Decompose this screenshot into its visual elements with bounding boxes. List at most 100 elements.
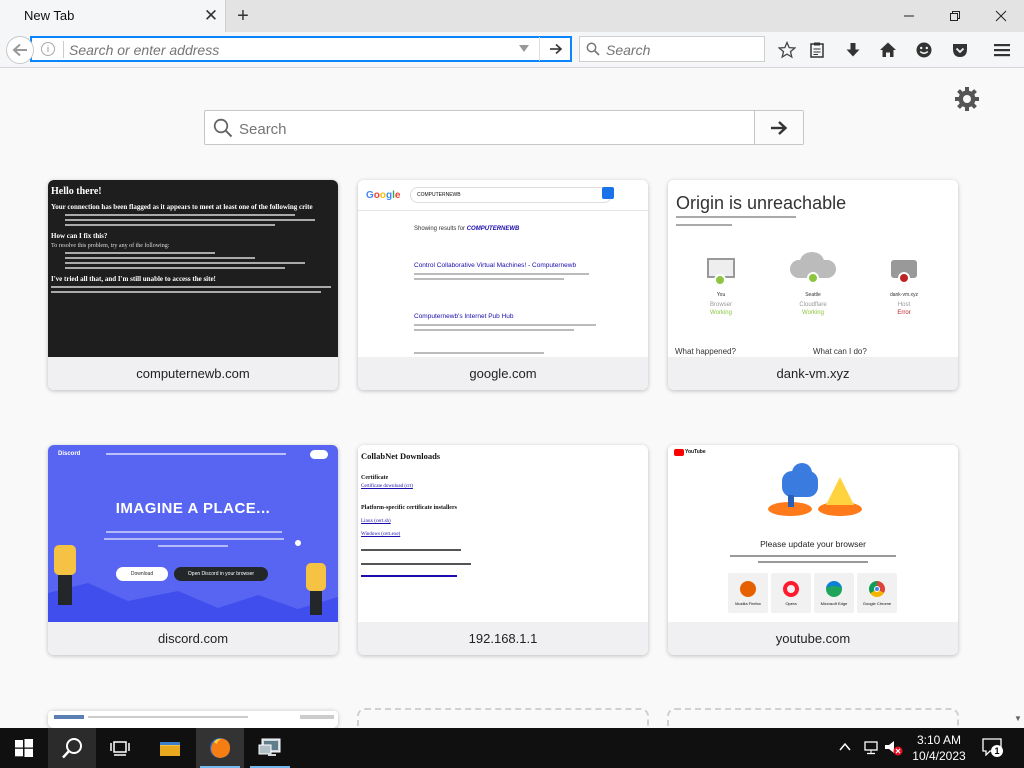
- go-separator: [539, 37, 540, 61]
- clock-date: 10/4/2023: [912, 749, 966, 763]
- windows-logo-icon: [15, 739, 33, 757]
- network-monitor-icon: [258, 738, 281, 756]
- thumb-heading: Hello there!: [51, 186, 102, 197]
- file-explorer-button[interactable]: [146, 728, 194, 768]
- network-icon: [864, 741, 878, 755]
- firefox-icon: [210, 738, 230, 758]
- thumb-fix-heading: How can I fix this?: [51, 232, 108, 240]
- bookmark-star-button[interactable]: [775, 38, 799, 62]
- url-bar[interactable]: i: [30, 36, 572, 62]
- task-view-icon: [110, 741, 130, 756]
- restore-button[interactable]: [932, 0, 978, 32]
- top-site-tile[interactable]: Hello there! Your connection has been fl…: [48, 180, 338, 390]
- cf-node-status: Error: [897, 310, 911, 316]
- volume-button[interactable]: [884, 740, 904, 756]
- search-bar[interactable]: [579, 36, 765, 62]
- tile-label: youtube.com: [668, 622, 958, 655]
- collab-title: CollabNet Downloads: [361, 451, 441, 461]
- clock[interactable]: 3:10 AM 10/4/2023: [906, 732, 972, 764]
- youtube-brand: YouTube: [685, 449, 706, 455]
- tab-new-tab[interactable]: New Tab ✕: [0, 0, 226, 32]
- navigation-toolbar: i: [0, 32, 1024, 68]
- youtube-headline: Please update your browser: [760, 539, 866, 549]
- google-query: COMPUTERNEWB: [410, 187, 612, 203]
- star-icon: [778, 41, 796, 59]
- firefox-taskbar-button[interactable]: [196, 728, 244, 768]
- newtab-search-input[interactable]: [239, 119, 739, 139]
- minimize-icon: [904, 15, 914, 17]
- cf-node-sub: Browser: [709, 302, 732, 308]
- discord-headline: IMAGINE A PLACE...: [115, 500, 271, 517]
- top-site-tile[interactable]: YouTube Please update your browser Mozil…: [668, 445, 958, 655]
- cf-error-title: Origin is unreachable: [676, 193, 847, 213]
- collab-link: Windows (cert.exe): [361, 532, 401, 537]
- action-center-button[interactable]: 1: [982, 738, 1004, 758]
- start-button[interactable]: [0, 728, 48, 768]
- show-hidden-icons-button[interactable]: [838, 740, 852, 754]
- new-tab-button[interactable]: +: [232, 4, 254, 28]
- reading-list-button[interactable]: [805, 38, 829, 62]
- youtube-browser-name: Mozilla Firefox: [735, 601, 761, 606]
- customize-gear-button[interactable]: [952, 84, 982, 114]
- top-site-tile-partial[interactable]: [48, 710, 338, 728]
- youtube-browser-name: Google Chrome: [862, 601, 892, 606]
- hello-button[interactable]: [912, 38, 936, 62]
- url-separator: [63, 41, 64, 58]
- search-input[interactable]: [606, 41, 756, 59]
- menu-button[interactable]: [990, 38, 1014, 62]
- cf-question: What happened?: [675, 347, 736, 356]
- tab-title: New Tab: [24, 8, 75, 23]
- cf-node-status: Working: [710, 310, 732, 316]
- clock-time: 3:10 AM: [916, 733, 962, 747]
- pocket-button[interactable]: [948, 38, 972, 62]
- home-button[interactable]: [876, 38, 900, 62]
- thumb-flagged-text: Your connection has been flagged as it a…: [51, 203, 313, 211]
- url-dropdown-icon[interactable]: [519, 45, 529, 52]
- smiley-chat-icon: [916, 42, 932, 58]
- close-window-button[interactable]: [978, 0, 1024, 32]
- collab-cert-link: Certificate download (crt): [361, 484, 413, 489]
- arrow-right-icon: [550, 43, 563, 55]
- downloads-button[interactable]: [841, 38, 865, 62]
- search-icon: [213, 118, 233, 138]
- close-tab-icon[interactable]: ✕: [202, 7, 220, 25]
- site-info-icon[interactable]: i: [41, 42, 55, 56]
- taskbar-search-button[interactable]: [48, 728, 96, 768]
- youtube-browser-name: Opera: [785, 601, 797, 606]
- back-button[interactable]: [6, 36, 34, 64]
- google-logo: Google: [366, 190, 401, 201]
- cf-node-sub: Cloudflare: [799, 302, 827, 308]
- google-results-prefix: Showing results for: [414, 226, 466, 232]
- top-site-tile[interactable]: Discord IMAGINE A PLACE... Download Open…: [48, 445, 338, 655]
- network-status-button[interactable]: [862, 740, 880, 756]
- chevron-up-icon: [839, 742, 851, 751]
- tile-label: discord.com: [48, 622, 338, 655]
- go-button[interactable]: [545, 39, 567, 59]
- notification-count-badge: 1: [991, 745, 1003, 757]
- thumb-tried-heading: I've tried all that, and I'm still unabl…: [51, 275, 216, 283]
- newtab-search-box[interactable]: [204, 110, 804, 145]
- close-icon: [995, 10, 1007, 22]
- scroll-down-arrow[interactable]: ▼: [1013, 714, 1023, 724]
- youtube-browser-name: Microsoft Edge: [820, 601, 848, 606]
- collab-link: Linux (cert.sh): [361, 519, 391, 524]
- arrow-left-icon: [12, 43, 27, 57]
- discord-illustration: [48, 540, 338, 622]
- url-input[interactable]: [69, 40, 509, 59]
- clipboard-icon: [810, 42, 824, 58]
- search-icon: [586, 42, 600, 56]
- site-thumbnail: Discord IMAGINE A PLACE... Download Open…: [48, 445, 338, 622]
- top-site-tile[interactable]: Google COMPUTERNEWB Showing results for …: [358, 180, 648, 390]
- remote-desktop-taskbar-button[interactable]: [246, 728, 294, 768]
- top-site-tile[interactable]: CollabNet Downloads Certificate Certific…: [358, 445, 648, 655]
- top-site-tile[interactable]: Origin is unreachable You Browser Workin…: [668, 180, 958, 390]
- google-results-term: COMPUTERNEWB: [466, 226, 520, 232]
- hamburger-menu-icon: [994, 44, 1010, 57]
- newtab-search-go-button[interactable]: [754, 111, 803, 144]
- site-thumbnail: Origin is unreachable You Browser Workin…: [668, 180, 958, 357]
- task-view-button[interactable]: [96, 728, 144, 768]
- windows-taskbar: 3:10 AM 10/4/2023 1: [0, 728, 1024, 768]
- cf-question: What can I do?: [813, 347, 867, 356]
- cf-node-status: Working: [802, 310, 824, 316]
- minimize-button[interactable]: [886, 0, 932, 32]
